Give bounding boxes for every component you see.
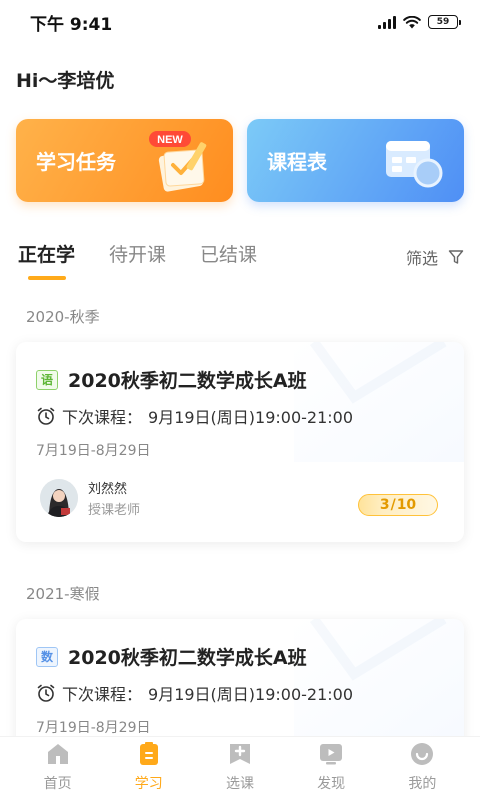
tab-finished[interactable]: 已结课: [200, 240, 257, 270]
calendar-clock-icon: [386, 141, 443, 188]
study-tasks-card[interactable]: 学习任务 NEW: [16, 119, 233, 202]
filter-button[interactable]: 筛选: [406, 245, 464, 269]
schedule-card[interactable]: 课程表: [247, 119, 464, 202]
course-title-row: 语 2020秋季初二数学成长A班: [36, 366, 307, 393]
active-tab-indicator: [28, 276, 66, 280]
nav-discover[interactable]: 发现: [296, 741, 366, 800]
teacher-name: 刘然然: [88, 482, 128, 497]
nav-home-label: 首页: [43, 776, 72, 792]
subject-badge: 语: [36, 369, 58, 390]
battery-icon: 59: [428, 15, 461, 29]
nav-study-label: 学习: [134, 776, 163, 792]
study-tasks-label: 学习任务: [36, 150, 116, 174]
nav-course-select-label: 选课: [225, 776, 254, 792]
study-icon: [139, 742, 158, 765]
progress-separator: /: [390, 497, 396, 513]
filter-icon: [448, 250, 464, 264]
next-lesson-label: 下次课程：: [62, 685, 143, 704]
nav-profile-label: 我的: [408, 776, 437, 792]
status-bar: 下午 9:41 59: [0, 0, 480, 44]
course-select-icon: [229, 744, 250, 764]
subject-badge: 数: [36, 646, 58, 667]
teacher-info: 刘然然 授课老师: [40, 478, 140, 518]
teacher-role: 授课老师: [88, 503, 141, 518]
next-lesson-time: 9月19日(周日)19:00-21:00: [148, 685, 354, 704]
card-decoration: [294, 619, 464, 739]
progress-total: 10: [396, 497, 417, 513]
nav-study[interactable]: 学习: [114, 741, 184, 800]
status-icons: 59: [378, 15, 461, 29]
tab-learning[interactable]: 正在学: [18, 240, 75, 270]
greeting: Hi～李培优: [16, 70, 115, 92]
teacher-avatar: [40, 479, 78, 517]
wifi-icon: [403, 15, 421, 28]
filter-label: 筛选: [405, 249, 438, 268]
nav-home[interactable]: 首页: [23, 741, 93, 800]
bottom-nav: 首页 学习 选课 发现 我的: [0, 736, 480, 800]
progress-done: 3: [379, 497, 390, 513]
profile-icon: [411, 743, 434, 765]
home-icon: [47, 744, 68, 764]
next-lesson: 下次课程： 9月19日(周日)19:00-21:00: [36, 681, 353, 705]
course-title: 2020秋季初二数学成长A班: [68, 370, 307, 392]
nav-discover-label: 发现: [317, 776, 346, 792]
course-tabs: 正在学 待开课 已结课: [18, 240, 257, 280]
course-date-range: 7月19日-8月29日: [36, 720, 151, 736]
next-lesson-time: 9月19日(周日)19:00-21:00: [148, 408, 354, 427]
next-lesson: 下次课程： 9月19日(周日)19:00-21:00: [36, 404, 353, 428]
new-badge: NEW: [157, 134, 183, 146]
alarm-clock-icon: [37, 407, 55, 425]
card-decoration: [294, 342, 464, 462]
tab-upcoming[interactable]: 待开课: [109, 240, 166, 270]
status-time: 下午 9:41: [30, 14, 113, 35]
course-card[interactable]: 语 2020秋季初二数学成长A班 下次课程： 9月19日(周日)19:00-21…: [16, 342, 464, 542]
season-label: 2020-秋季: [26, 308, 100, 326]
discover-icon: [320, 744, 343, 765]
course-date-range: 7月19日-8月29日: [36, 443, 151, 459]
nav-profile[interactable]: 我的: [387, 741, 457, 800]
season-label: 2021-寒假: [26, 585, 100, 603]
signal-icon: [378, 15, 396, 29]
alarm-clock-icon: [37, 684, 55, 702]
next-lesson-label: 下次课程：: [62, 408, 143, 427]
course-title-row: 数 2020秋季初二数学成长A班: [36, 643, 307, 670]
lesson-progress: 3 / 10: [358, 494, 438, 516]
nav-course-select[interactable]: 选课: [205, 741, 275, 800]
notebook-pencil-icon: NEW: [149, 131, 207, 192]
schedule-label: 课程表: [267, 150, 327, 174]
course-title: 2020秋季初二数学成长A班: [68, 647, 307, 669]
